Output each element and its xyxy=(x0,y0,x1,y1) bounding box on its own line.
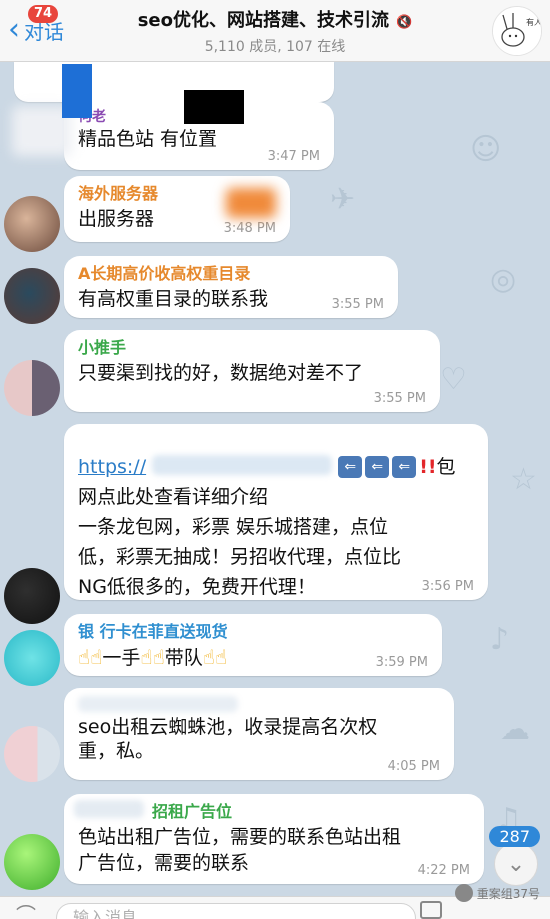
message-sender[interactable]: A长期高价收高权重目录 xyxy=(78,264,384,284)
message-bubble[interactable]: seo出租云蜘蛛池，收录提高名次权 重，私。 4:05 PM xyxy=(64,688,454,780)
message-time: 4:22 PM xyxy=(417,863,470,878)
redaction-blur xyxy=(152,455,333,475)
member-count: 5,110 成员, 107 在线 xyxy=(204,39,346,55)
pointing-hand-icon: ☝ xyxy=(152,645,165,669)
message-text-line: 低，彩票无抽成！另招收代理，点位比 xyxy=(78,546,402,568)
doodle-music-icon: ♪ xyxy=(490,622,510,657)
mute-icon: 🔇 xyxy=(396,15,413,30)
doodle-cloud-icon: ☁ xyxy=(500,712,530,747)
pointing-hand-icon: ☝ xyxy=(78,645,91,669)
message-first-line: https:// ⇐ ⇐ ⇐ !!包 xyxy=(78,452,474,482)
message-bubble[interactable]: 小推手 只要渠到找的好，数据绝对差不了 3:55 PM xyxy=(64,330,440,412)
avatar[interactable] xyxy=(4,834,60,890)
message-input[interactable]: 输入消息 xyxy=(56,903,416,919)
chat-header: ‹ 74 对话 seo优化、网站搭建、技术引流 🔇 5,110 成员, 107 … xyxy=(0,0,550,62)
message-text-part: 带队 xyxy=(164,647,203,669)
doodle-ball-icon: ◎ xyxy=(490,262,517,297)
doodle-star-icon: ☆ xyxy=(510,462,537,497)
unread-messages-badge[interactable]: 287 xyxy=(489,826,540,847)
chat-messages-area[interactable]: ☺ ✈ ◎ ♡ ☆ ♪ ☁ ♫ 何老 精品色站 有位置 3:47 PM 海外服务… xyxy=(0,62,550,900)
message-text-suffix: 包 xyxy=(436,456,456,478)
avatar[interactable] xyxy=(4,726,60,782)
avatar[interactable] xyxy=(4,268,60,324)
pointing-hand-icon: ☝ xyxy=(140,645,153,669)
message-text-line: NG低很多的，免费开代理！ xyxy=(78,576,316,598)
chat-title-area[interactable]: seo优化、网站搭建、技术引流 🔇 5,110 成员, 107 在线 xyxy=(0,6,550,56)
message-bubble[interactable]: https:// ⇐ ⇐ ⇐ !!包 网点此处查看详细介绍 一条龙包网，彩票 娱乐城搭… xyxy=(64,424,488,600)
avatar[interactable] xyxy=(4,196,60,252)
message-text-line: 一条龙包网，彩票 娱乐城搭建，点位 xyxy=(78,516,389,538)
back-arrow-icon: ⇐ xyxy=(365,456,390,478)
doodle-cat-icon: ☺ xyxy=(470,132,502,167)
message-time: 3:48 PM xyxy=(223,221,276,236)
watermark-text: 重案组37号 xyxy=(476,886,540,901)
double-exclamation-icon: !! xyxy=(419,456,437,478)
avatar[interactable] xyxy=(4,568,60,624)
message-time: 3:59 PM xyxy=(375,655,428,670)
redaction-block xyxy=(62,68,92,118)
message-time: 4:05 PM xyxy=(387,759,440,774)
message-sender[interactable]: 小推手 xyxy=(78,338,426,358)
message-link[interactable]: https:// xyxy=(78,456,146,478)
attach-icon[interactable]: ⌒ xyxy=(16,899,36,919)
watermark: 重案组37号 xyxy=(454,884,540,902)
message-text-part: 一手 xyxy=(102,647,141,669)
back-arrow-icon: ⇐ xyxy=(392,456,417,478)
group-avatar[interactable]: 有人在吗? xyxy=(492,6,542,56)
avatar[interactable] xyxy=(4,630,60,686)
message-time: 3:47 PM xyxy=(267,149,320,164)
message-time: 3:55 PM xyxy=(373,391,426,406)
pointing-hand-icon: ☝ xyxy=(90,645,103,669)
message-text: 只要渠到找的好，数据绝对差不了 xyxy=(78,362,364,384)
redaction-block xyxy=(184,96,244,124)
chevron-down-icon: ⌄ xyxy=(506,851,526,877)
redaction-blur xyxy=(74,800,144,818)
message-bubble[interactable]: A长期高价收高权重目录 有高权重目录的联系我 3:55 PM xyxy=(64,256,398,318)
sticker-icon[interactable] xyxy=(420,901,442,919)
back-arrow-icon: ⇐ xyxy=(338,456,363,478)
message-time: 3:55 PM xyxy=(331,297,384,312)
message-text-line: 网点此处查看详细介绍 xyxy=(78,486,269,508)
avatar[interactable] xyxy=(4,360,60,416)
message-sender[interactable]: 银 行卡在菲直送现货 xyxy=(78,622,428,642)
pointing-hand-icon: ☝ xyxy=(202,645,215,669)
pointing-hand-icon: ☝ xyxy=(214,645,228,669)
doodle-plane-icon: ✈ xyxy=(330,182,356,217)
watermark-logo-icon xyxy=(454,884,473,902)
message-time: 3:56 PM xyxy=(421,579,474,594)
chat-title: seo优化、网站搭建、技术引流 xyxy=(137,10,389,31)
message-text-line: 广告位，需要的联系 xyxy=(78,852,250,874)
redaction-blur xyxy=(226,188,276,218)
redaction-blur xyxy=(78,696,238,712)
doodle-heart-icon: ♡ xyxy=(440,362,467,397)
scroll-to-bottom-button[interactable]: ⌄ xyxy=(494,842,538,886)
message-bubble[interactable]: 银 行卡在菲直送现货 ☝☝一手☝☝带队☝☝ 3:59 PM xyxy=(64,614,442,676)
rabbit-sticker-icon: 有人在吗? xyxy=(493,7,541,55)
